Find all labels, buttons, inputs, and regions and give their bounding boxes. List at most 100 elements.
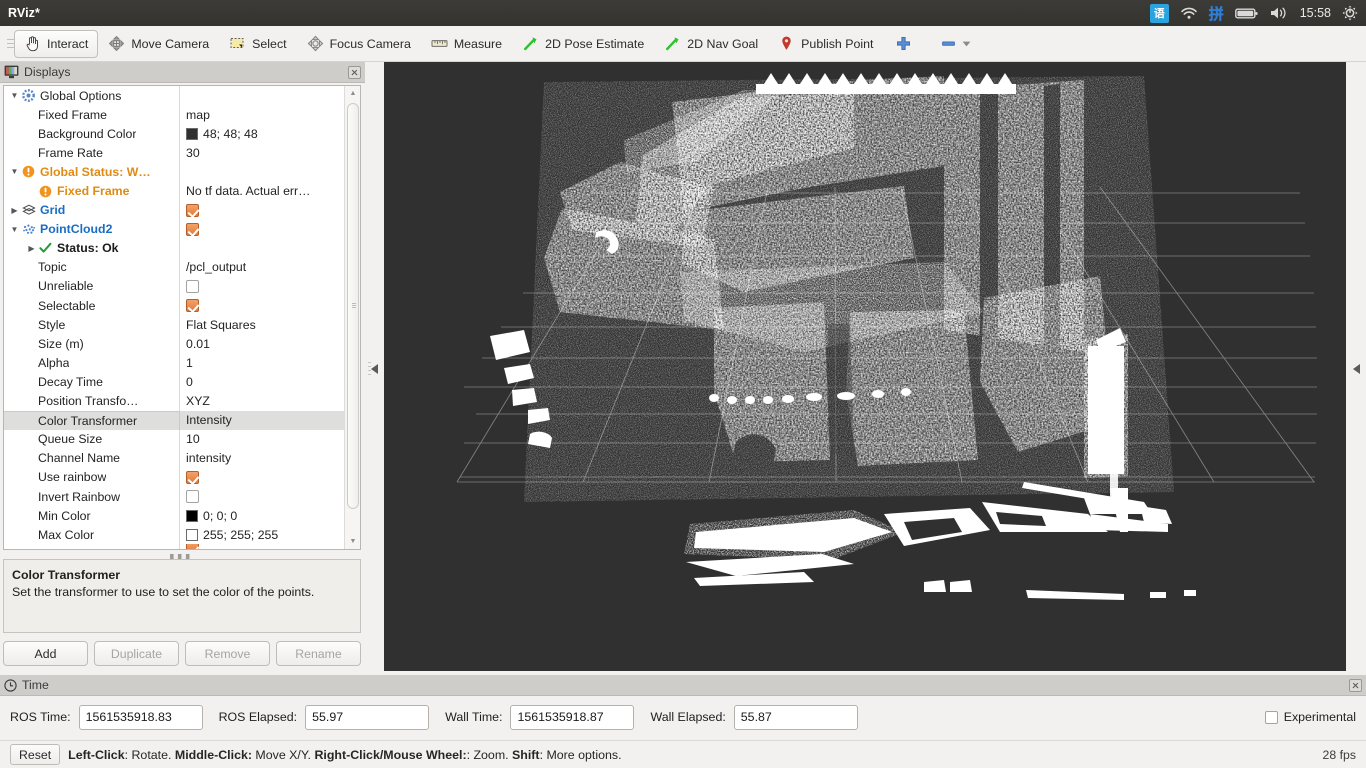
tree-row-value-cell[interactable]: 1 bbox=[179, 353, 348, 373]
tree-row[interactable]: Status: Ok bbox=[4, 238, 348, 258]
tree-row-value-cell[interactable]: 30 bbox=[179, 143, 348, 163]
tree-row[interactable]: Invert Rainbow bbox=[4, 486, 348, 507]
tree-vertical-scrollbar[interactable]: ▲ ▼ bbox=[344, 86, 360, 549]
tree-row-value-cell[interactable]: 255; 255; 255 bbox=[179, 525, 348, 545]
experimental-toggle[interactable]: Experimental bbox=[1264, 710, 1356, 724]
experimental-checkbox[interactable] bbox=[1264, 710, 1278, 724]
tree-row[interactable]: Topic/pcl_output bbox=[4, 257, 348, 277]
tree-row-value-cell[interactable]: Intensity bbox=[179, 410, 348, 430]
pinyin-indicator[interactable]: 拼 bbox=[1209, 0, 1224, 26]
right-dock-splitter[interactable] bbox=[1346, 62, 1366, 675]
tree-row-value-cell[interactable]: 48; 48; 48 bbox=[179, 124, 348, 144]
tree-row[interactable]: Min Color 0; 0; 0 bbox=[4, 506, 348, 526]
tree-row-partial[interactable] bbox=[4, 544, 348, 549]
tree-row-value-cell[interactable]: map bbox=[179, 105, 348, 125]
tree-row-value-cell[interactable]: No tf data. Actual err… bbox=[179, 181, 348, 201]
wall-time-input[interactable] bbox=[510, 704, 635, 730]
checkbox[interactable] bbox=[186, 299, 199, 313]
tree-row[interactable]: Use rainbow bbox=[4, 467, 348, 487]
checkbox[interactable] bbox=[186, 490, 199, 504]
tree-row[interactable]: Global Options bbox=[4, 86, 348, 106]
expand-arrow-closed-icon[interactable] bbox=[25, 244, 38, 253]
tree-row-value-cell[interactable]: intensity bbox=[179, 448, 348, 468]
tool-select[interactable]: Select bbox=[219, 30, 296, 58]
scroll-down-button[interactable]: ▼ bbox=[345, 534, 360, 549]
tree-row[interactable]: Queue Size 10 bbox=[4, 429, 348, 449]
tree-row[interactable]: Max Color 255; 255; 255 bbox=[4, 525, 348, 545]
toolbar-grip[interactable] bbox=[4, 34, 14, 54]
tool-interact[interactable]: Interact bbox=[14, 29, 99, 58]
battery-icon[interactable] bbox=[1234, 0, 1259, 26]
tree-row[interactable]: Background Color 48; 48; 48 bbox=[4, 124, 348, 144]
tree-row-value-cell[interactable] bbox=[179, 86, 348, 106]
scroll-thumb[interactable] bbox=[347, 103, 359, 509]
tree-row[interactable]: Position Transfo… XYZ bbox=[4, 391, 348, 411]
tree-resize-handle[interactable]: ▖▖▖ bbox=[3, 549, 361, 559]
tool-remove[interactable] bbox=[923, 30, 977, 58]
color-swatch[interactable] bbox=[186, 528, 198, 541]
tree-row[interactable]: Alpha 1 bbox=[4, 353, 348, 373]
tree-row-value-cell[interactable] bbox=[179, 200, 348, 220]
tree-row-value-cell[interactable] bbox=[179, 162, 348, 182]
tree-row-value-cell[interactable] bbox=[179, 276, 348, 297]
close-icon[interactable] bbox=[348, 65, 361, 79]
ros-elapsed-input[interactable] bbox=[305, 704, 430, 730]
tool-add[interactable] bbox=[884, 30, 923, 58]
tree-row-value-cell[interactable] bbox=[179, 238, 348, 258]
volume-icon[interactable] bbox=[1270, 0, 1289, 26]
tree-row[interactable]: Grid bbox=[4, 200, 348, 220]
ime-indicator[interactable]: 语 bbox=[1149, 0, 1169, 26]
tree-row-value-cell[interactable] bbox=[179, 219, 348, 239]
tool-2d-nav-goal[interactable]: 2D Nav Goal bbox=[654, 30, 768, 58]
tree-row[interactable]: Unreliable bbox=[4, 276, 348, 297]
checkbox[interactable] bbox=[186, 279, 199, 293]
tree-row-value-cell[interactable]: 10 bbox=[179, 429, 348, 449]
wall-elapsed-input[interactable] bbox=[733, 704, 858, 730]
clock[interactable]: 15:58 bbox=[1300, 0, 1331, 26]
tree-row-value-cell[interactable]: /pcl_output bbox=[179, 257, 348, 277]
tree-row-value-cell[interactable] bbox=[179, 296, 348, 316]
tree-row-value-cell[interactable] bbox=[179, 486, 348, 507]
tree-row-value-cell[interactable]: Flat Squares bbox=[179, 315, 348, 335]
dock-splitter[interactable] bbox=[365, 62, 384, 675]
tree-row-value-cell[interactable]: 0 bbox=[179, 372, 348, 392]
expand-arrow-open-icon[interactable] bbox=[8, 91, 21, 100]
collapse-right-icon[interactable] bbox=[1352, 363, 1360, 374]
expand-arrow-closed-icon[interactable] bbox=[8, 206, 21, 215]
render-viewport[interactable] bbox=[384, 62, 1346, 671]
tree-row-value-cell[interactable]: 0; 0; 0 bbox=[179, 506, 348, 526]
scroll-track[interactable] bbox=[345, 101, 360, 534]
tree-row[interactable]: Frame Rate 30 bbox=[4, 143, 348, 163]
tree-row[interactable]: Style Flat Squares bbox=[4, 315, 348, 335]
tree-row[interactable]: Global Status: W… bbox=[4, 162, 348, 182]
tree-row-value-cell[interactable]: XYZ bbox=[179, 391, 348, 411]
chevron-down-icon[interactable] bbox=[961, 38, 972, 49]
tree-row[interactable]: Size (m) 0.01 bbox=[4, 334, 348, 354]
scroll-up-button[interactable]: ▲ bbox=[345, 86, 360, 101]
checkbox[interactable] bbox=[186, 470, 199, 484]
tree-row-value-cell[interactable] bbox=[179, 467, 348, 487]
collapse-left-icon[interactable] bbox=[371, 363, 378, 374]
color-swatch[interactable] bbox=[186, 509, 198, 522]
tool-move-camera[interactable]: Move Camera bbox=[98, 30, 219, 58]
checkbox[interactable] bbox=[186, 222, 199, 236]
tree-row[interactable]: Fixed Frame map bbox=[4, 105, 348, 125]
tree-row-value-cell[interactable]: 0.01 bbox=[179, 334, 348, 354]
checkbox[interactable] bbox=[186, 203, 199, 217]
tool-focus-camera[interactable]: Focus Camera bbox=[297, 30, 421, 58]
tool-measure[interactable]: Measure bbox=[421, 30, 512, 58]
property-tree[interactable]: Global Options Fixed Frame map Background C… bbox=[3, 85, 361, 550]
tree-row[interactable]: Decay Time 0 bbox=[4, 372, 348, 392]
reset-button[interactable]: Reset bbox=[10, 744, 61, 765]
ros-time-input[interactable] bbox=[78, 704, 203, 730]
expand-arrow-open-icon[interactable] bbox=[8, 167, 21, 176]
add-button[interactable]: Add bbox=[3, 641, 88, 666]
tree-row[interactable]: PointCloud2 bbox=[4, 219, 348, 239]
expand-arrow-open-icon[interactable] bbox=[8, 225, 21, 234]
tree-row[interactable]: Channel Name intensity bbox=[4, 448, 348, 468]
power-gear-icon[interactable] bbox=[1342, 0, 1358, 26]
close-icon[interactable] bbox=[1349, 678, 1362, 692]
checkbox[interactable] bbox=[186, 544, 199, 549]
tree-row[interactable]: Selectable bbox=[4, 296, 348, 316]
wifi-icon[interactable] bbox=[1180, 0, 1198, 26]
